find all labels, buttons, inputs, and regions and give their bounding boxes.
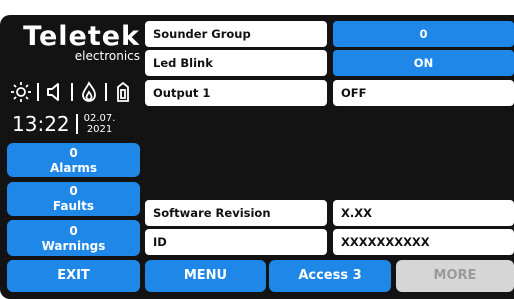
info-value: X.XX — [333, 200, 514, 226]
clock-time: 13:22 — [12, 112, 70, 136]
info-label: ID — [145, 229, 327, 255]
alarms-count: 0 — [69, 146, 78, 160]
clock-date-day: 02.07. — [83, 113, 116, 124]
setting-label: Led Blink — [145, 50, 327, 76]
setting-label: Sounder Group — [145, 21, 327, 47]
faults-count: 0 — [69, 184, 78, 198]
access-level-button[interactable]: Access 3 — [269, 260, 391, 292]
info-row-software-revision: Software Revision X.XX — [0, 200, 514, 226]
alarms-label: Alarms — [49, 161, 98, 175]
setting-value[interactable]: OFF — [333, 80, 514, 106]
more-button[interactable]: MORE — [396, 260, 514, 292]
info-label: Software Revision — [145, 200, 327, 226]
clock-date-year: 2021 — [86, 124, 113, 135]
setting-value-button[interactable]: ON — [333, 50, 514, 76]
setting-row-output-1: Output 1 OFF — [0, 80, 514, 106]
setting-row-sounder-group: Sounder Group 0 — [0, 21, 514, 47]
info-row-id: ID XXXXXXXXXX — [0, 229, 514, 255]
menu-button[interactable]: MENU — [145, 260, 266, 292]
alarms-button[interactable]: 0 Alarms — [7, 143, 140, 177]
setting-row-led-blink: Led Blink ON — [0, 50, 514, 76]
clock: 13:22 02.07. 2021 — [12, 113, 115, 135]
setting-value-button[interactable]: 0 — [333, 21, 514, 47]
clock-separator — [75, 114, 78, 134]
info-value: XXXXXXXXXX — [333, 229, 514, 255]
clock-date: 02.07. 2021 — [84, 113, 116, 135]
setting-label: Output 1 — [145, 80, 327, 106]
exit-button[interactable]: EXIT — [7, 260, 140, 292]
